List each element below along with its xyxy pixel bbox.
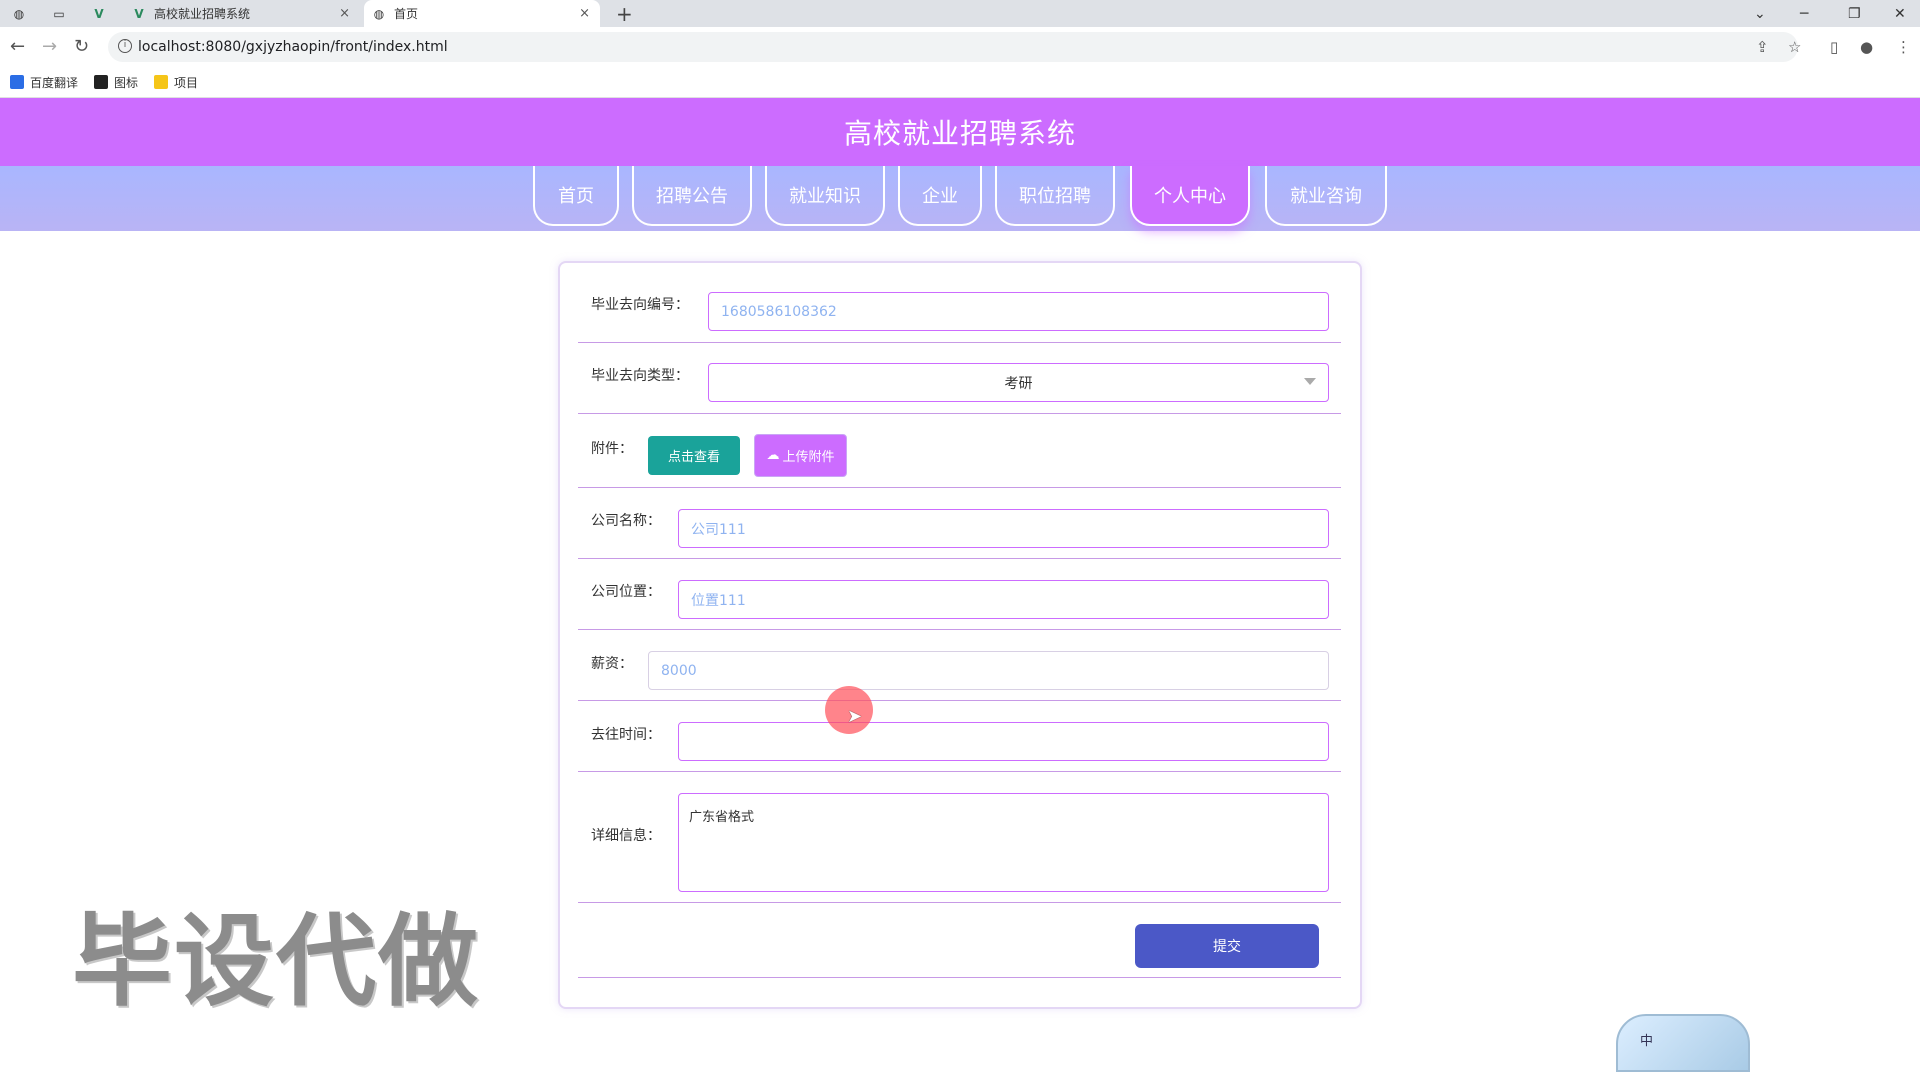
site-info-icon[interactable]: i: [118, 39, 132, 53]
vue-logo-icon: V: [94, 6, 104, 21]
reload-icon[interactable]: ↻: [74, 36, 89, 57]
type-select[interactable]: 考研: [708, 363, 1329, 402]
number-value: 1680586108362: [721, 303, 837, 320]
bookmark-label: 图标: [114, 75, 139, 90]
url-text: localhost:8080/gxjyzhaopin/front/index.h…: [138, 39, 448, 55]
salary-value: 8000: [661, 662, 697, 679]
tab-title: 高校就业招聘系统: [154, 7, 251, 21]
browser-tab-3[interactable]: V: [84, 0, 120, 27]
label-number: 毕业去向编号：: [591, 297, 689, 313]
cloud-upload-icon: ☁: [766, 448, 780, 463]
bookmark-star-icon[interactable]: ☆: [1788, 38, 1801, 56]
minimize-icon[interactable]: ─: [1800, 0, 1808, 27]
mouse-pointer-icon: ➤: [847, 706, 863, 727]
label-company-location: 公司位置：: [591, 584, 661, 600]
company-name-value: 公司111: [691, 521, 746, 538]
label-company-name: 公司名称：: [591, 513, 661, 529]
browser-tab-2[interactable]: ▭: [44, 0, 80, 27]
label-salary: 薪资：: [591, 656, 633, 672]
number-input[interactable]: 1680586108362: [708, 292, 1329, 331]
submit-button[interactable]: 提交: [1135, 924, 1319, 968]
label-details: 详细信息：: [591, 828, 661, 844]
browser-tab-4[interactable]: V 高校就业招聘系统 ×: [124, 0, 360, 27]
menu-kebab-icon[interactable]: ⋮: [1896, 38, 1911, 56]
site-header: 高校就业招聘系统: [0, 98, 1920, 166]
company-location-input[interactable]: 位置111: [678, 580, 1329, 619]
nav-company[interactable]: 企业: [898, 166, 982, 226]
back-icon[interactable]: ←: [10, 36, 25, 57]
chevron-down-icon: [1304, 378, 1316, 385]
departure-time-input[interactable]: [678, 722, 1329, 761]
upload-label: 上传附件: [782, 450, 835, 465]
close-window-icon[interactable]: ✕: [1894, 0, 1906, 27]
browser-tab-5-active[interactable]: ◍ 首页 ×: [364, 0, 600, 27]
tab-search-chevron-icon[interactable]: ⌄: [1754, 0, 1766, 27]
bookmark-baidu-translate[interactable]: 百度翻译: [10, 74, 78, 91]
tab-close-icon[interactable]: ×: [579, 6, 590, 21]
details-value: 广东省格式: [689, 810, 755, 825]
url-field[interactable]: i localhost:8080/gxjyzhaopin/front/index…: [108, 32, 1798, 62]
label-attachment: 附件：: [591, 441, 633, 457]
bookmark-folder-projects[interactable]: 项目: [154, 74, 198, 91]
bookmark-icons[interactable]: 图标: [94, 74, 138, 91]
vue-logo-icon: V: [134, 6, 144, 21]
upload-attachment-button[interactable]: ☁ 上传附件: [754, 434, 847, 477]
globe-icon: ◍: [373, 6, 385, 21]
nav-home[interactable]: 首页: [533, 166, 619, 226]
share-icon[interactable]: ⇪: [1756, 38, 1769, 56]
bookmark-label: 百度翻译: [30, 75, 79, 90]
tab-title: 首页: [394, 7, 419, 21]
globe-icon: ◍: [13, 6, 25, 21]
salary-input[interactable]: 8000: [648, 651, 1329, 690]
company-name-input[interactable]: 公司111: [678, 509, 1329, 548]
nav-announcements[interactable]: 招聘公告: [632, 166, 752, 226]
browser-tab-strip: ◍ ▭ V V 高校就业招聘系统 × ◍ 首页 × + ⌄ ─ ❐ ✕: [0, 0, 1920, 27]
image-icon: [94, 75, 109, 89]
translate-icon: [10, 75, 24, 89]
nav-personal-center[interactable]: 个人中心: [1130, 166, 1250, 226]
forward-icon[interactable]: →: [42, 36, 57, 57]
new-tab-button[interactable]: +: [616, 2, 633, 26]
watermark-text: 毕设代做: [72, 903, 480, 1020]
details-textarea[interactable]: 广东省格式: [678, 793, 1329, 892]
type-value: 考研: [1004, 375, 1033, 392]
nav-consulting[interactable]: 就业咨询: [1265, 166, 1387, 226]
label-departure-time: 去往时间：: [591, 727, 661, 743]
ime-label: 中: [1640, 1034, 1654, 1049]
tab-close-icon[interactable]: ×: [339, 6, 350, 21]
side-panel-icon[interactable]: ▯: [1830, 38, 1838, 56]
bookmark-label: 项目: [174, 75, 199, 90]
nav-knowledge[interactable]: 就业知识: [765, 166, 885, 226]
folder-icon: [154, 75, 169, 89]
view-attachment-button[interactable]: 点击查看: [648, 436, 740, 475]
bookmarks-bar: 百度翻译 图标 项目: [0, 67, 1920, 98]
ime-widget[interactable]: 中: [1616, 1014, 1750, 1072]
company-location-value: 位置111: [691, 592, 746, 609]
nav-jobs[interactable]: 职位招聘: [995, 166, 1115, 226]
label-type: 毕业去向类型：: [591, 368, 689, 384]
blank-page-icon: ▭: [53, 6, 65, 21]
site-title: 高校就业招聘系统: [843, 117, 1076, 150]
restore-icon[interactable]: ❐: [1848, 0, 1861, 27]
browser-tab-1[interactable]: ◍: [4, 0, 40, 27]
profile-avatar-icon[interactable]: ●: [1860, 38, 1873, 56]
